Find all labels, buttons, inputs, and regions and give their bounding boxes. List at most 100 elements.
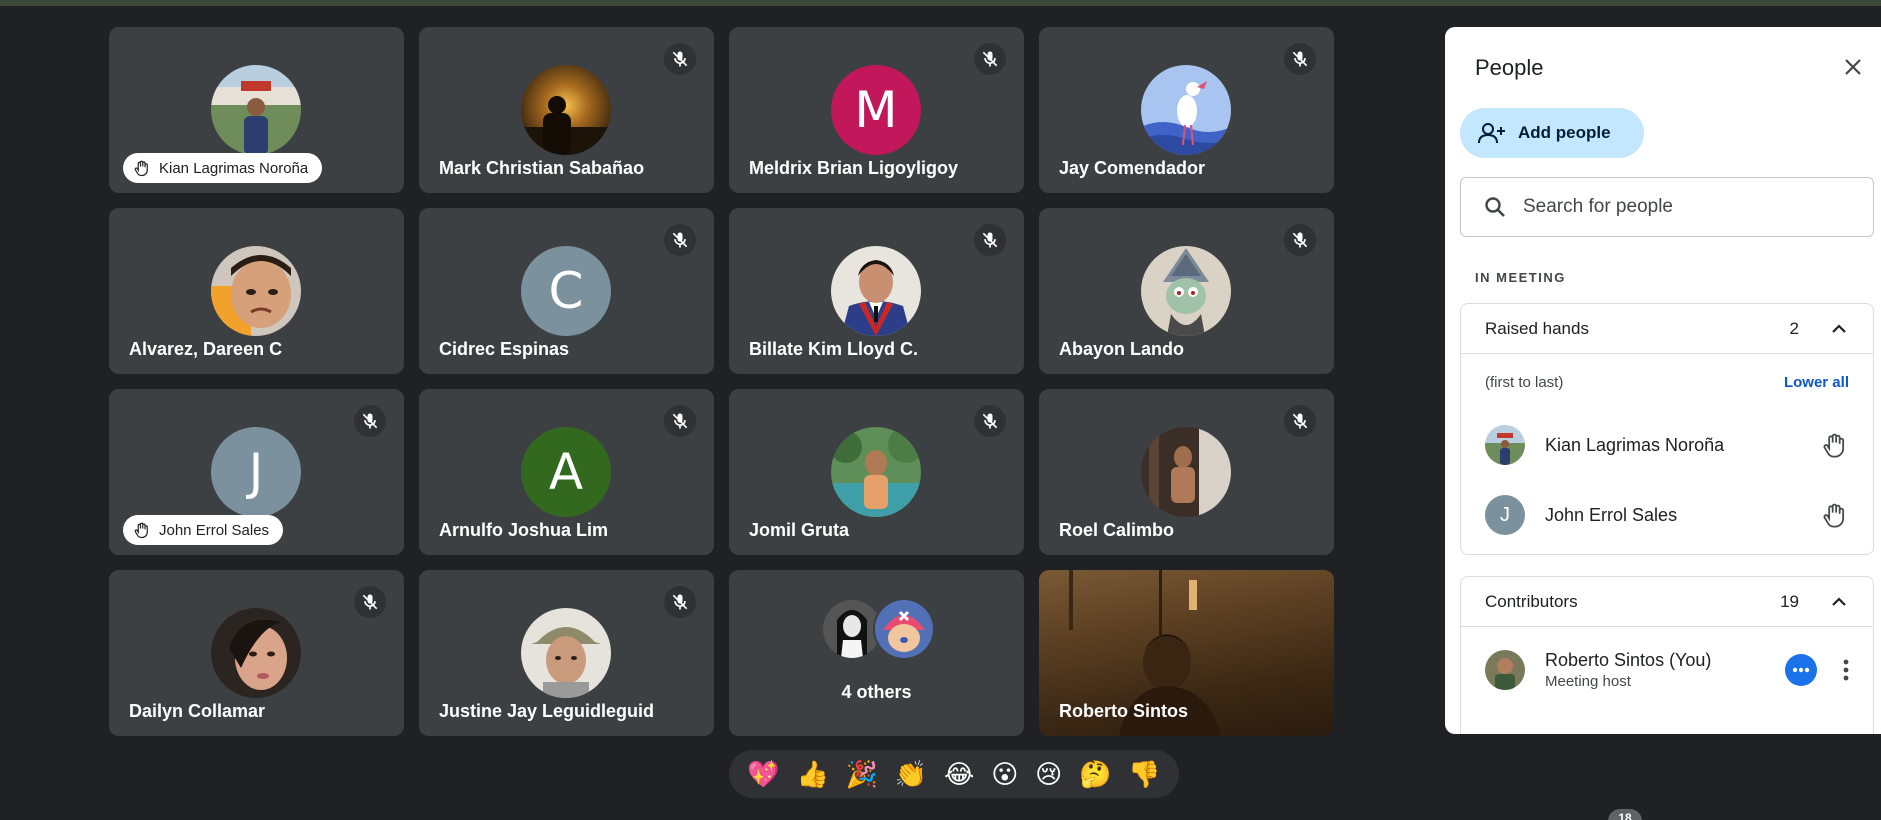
people-panel: People Add people Search for people IN M… xyxy=(1445,27,1881,734)
raised-hands-header[interactable]: Raised hands 2 xyxy=(1461,304,1873,354)
participant-name: Justine Jay Leguidleguid xyxy=(439,701,655,721)
search-input[interactable]: Search for people xyxy=(1460,177,1874,237)
participant-tile[interactable]: A Arnulfo Joshua Lim xyxy=(419,389,714,555)
search-icon xyxy=(1485,197,1505,217)
kebab-menu-icon[interactable] xyxy=(1843,659,1849,681)
avatar-initial: J xyxy=(1500,503,1510,526)
raised-hand-label: John Errol Sales xyxy=(123,515,284,545)
participant-name: Arnulfo Joshua Lim xyxy=(439,520,609,540)
reaction-sparkling-heart[interactable]: 💖 xyxy=(747,761,779,787)
reaction-thumbs-down[interactable]: 👎 xyxy=(1128,761,1160,787)
avatar: M xyxy=(831,65,921,155)
chevron-up-icon[interactable] xyxy=(1829,592,1849,612)
participant-tile[interactable]: Justine Jay Leguidleguid xyxy=(419,570,714,736)
more-options-icon[interactable] xyxy=(1785,654,1817,686)
participant-tile[interactable]: Kian Lagrimas Noroña xyxy=(109,27,404,193)
participant-tile[interactable]: Billate Kim Lloyd C. xyxy=(729,208,1024,374)
close-icon[interactable] xyxy=(1841,55,1865,79)
reaction-thinking[interactable]: 🤔 xyxy=(1079,761,1111,787)
mic-off-icon xyxy=(974,224,1006,256)
search-placeholder: Search for people xyxy=(1523,196,1673,217)
avatar xyxy=(873,598,935,660)
contributors-group: Contributors 19 Roberto Sintos (You) Mee… xyxy=(1460,576,1874,734)
raised-hands-count: 2 xyxy=(1789,318,1799,338)
avatar xyxy=(211,608,301,698)
add-people-button[interactable]: Add people xyxy=(1460,108,1644,158)
list-item[interactable]: J John Errol Sales xyxy=(1461,480,1873,550)
participant-tile[interactable]: Dailyn Collamar xyxy=(109,570,404,736)
avatar-initial: C xyxy=(548,262,584,320)
in-meeting-label: IN MEETING xyxy=(1475,270,1566,285)
order-note: (first to last) xyxy=(1485,373,1564,391)
participant-tile[interactable]: Abayon Lando xyxy=(1039,208,1334,374)
participant-tile[interactable]: Roel Calimbo xyxy=(1039,389,1334,555)
avatar xyxy=(831,246,921,336)
participant-name: Kian Lagrimas Noroña xyxy=(159,159,309,177)
reaction-thumbs-up[interactable]: 👍 xyxy=(797,761,829,787)
reaction-party-popper[interactable]: 🎉 xyxy=(846,761,878,787)
panel-title: People xyxy=(1475,55,1544,80)
participant-name: Jomil Gruta xyxy=(749,520,850,540)
avatar: C xyxy=(521,246,611,336)
self-video-tile[interactable]: Roberto Sintos xyxy=(1039,570,1334,736)
avatar xyxy=(1485,425,1525,465)
participant-name: Roel Calimbo xyxy=(1059,520,1175,540)
raised-hands-title: Raised hands xyxy=(1485,318,1589,338)
mic-off-icon xyxy=(1284,224,1316,256)
participant-tile[interactable]: Jomil Gruta xyxy=(729,389,1024,555)
person-role: Meeting host xyxy=(1545,673,1631,690)
avatar xyxy=(1485,650,1525,690)
avatar xyxy=(521,608,611,698)
avatar xyxy=(1141,427,1231,517)
mic-off-icon xyxy=(664,405,696,437)
add-person-icon xyxy=(1478,123,1505,144)
participant-name: Billate Kim Lloyd C. xyxy=(749,339,919,359)
reactions-bar: 💖 👍 🎉 👏 😂 😮 😢 🤔 👎 xyxy=(729,750,1179,798)
participant-tile[interactable]: M Meldrix Brian Ligoyligoy xyxy=(729,27,1024,193)
others-avatars xyxy=(821,598,937,662)
avatar-initial: M xyxy=(854,81,898,139)
participant-name: Jay Comendador xyxy=(1059,158,1206,178)
mic-off-icon xyxy=(974,43,1006,75)
participant-tile[interactable]: J John Errol Sales xyxy=(109,389,404,555)
mic-off-icon xyxy=(664,224,696,256)
mic-off-icon xyxy=(664,43,696,75)
chevron-up-icon[interactable] xyxy=(1829,319,1849,339)
raised-hand-label: Kian Lagrimas Noroña xyxy=(123,153,323,183)
reaction-surprised[interactable]: 😮 xyxy=(991,761,1018,787)
lower-all-button[interactable]: Lower all xyxy=(1784,374,1849,391)
raised-hands-subheader: (first to last) Lower all xyxy=(1461,354,1873,410)
person-name: John Errol Sales xyxy=(1545,504,1678,525)
avatar: J xyxy=(211,427,301,517)
mic-off-icon xyxy=(664,586,696,618)
reaction-clapping[interactable]: 👏 xyxy=(895,761,927,787)
participant-name: John Errol Sales xyxy=(159,521,270,539)
hand-icon xyxy=(134,160,148,177)
participant-tile[interactable]: C Cidrec Espinas xyxy=(419,208,714,374)
others-tile[interactable]: 4 others xyxy=(729,570,1024,736)
avatar xyxy=(521,65,611,155)
participant-name: Roberto Sintos xyxy=(1059,701,1188,721)
mic-off-icon xyxy=(1284,405,1316,437)
hand-icon[interactable] xyxy=(1821,501,1849,529)
participant-name: Meldrix Brian Ligoyligoy xyxy=(749,158,959,178)
list-item[interactable]: Roberto Sintos (You) Meeting host xyxy=(1461,627,1873,713)
avatar xyxy=(1141,65,1231,155)
participant-name: Abayon Lando xyxy=(1059,339,1184,359)
contributors-title: Contributors xyxy=(1485,591,1578,611)
participant-name: Alvarez, Dareen C xyxy=(129,339,283,359)
participant-name: Mark Christian Sabañao xyxy=(439,158,645,178)
participant-tile[interactable]: Jay Comendador xyxy=(1039,27,1334,193)
participant-tile[interactable]: Alvarez, Dareen C xyxy=(109,208,404,374)
participant-tile[interactable]: Mark Christian Sabañao xyxy=(419,27,714,193)
list-item[interactable]: Kian Lagrimas Noroña xyxy=(1461,410,1873,480)
avatar: A xyxy=(521,427,611,517)
hand-icon[interactable] xyxy=(1821,431,1849,459)
avatar xyxy=(211,246,301,336)
reaction-joy[interactable]: 😂 xyxy=(944,761,974,787)
contributors-header[interactable]: Contributors 19 xyxy=(1461,577,1873,627)
hand-icon xyxy=(134,522,148,539)
participant-name: Dailyn Collamar xyxy=(129,701,266,721)
avatar-initial: A xyxy=(548,443,584,501)
reaction-crying[interactable]: 😢 xyxy=(1035,761,1062,787)
